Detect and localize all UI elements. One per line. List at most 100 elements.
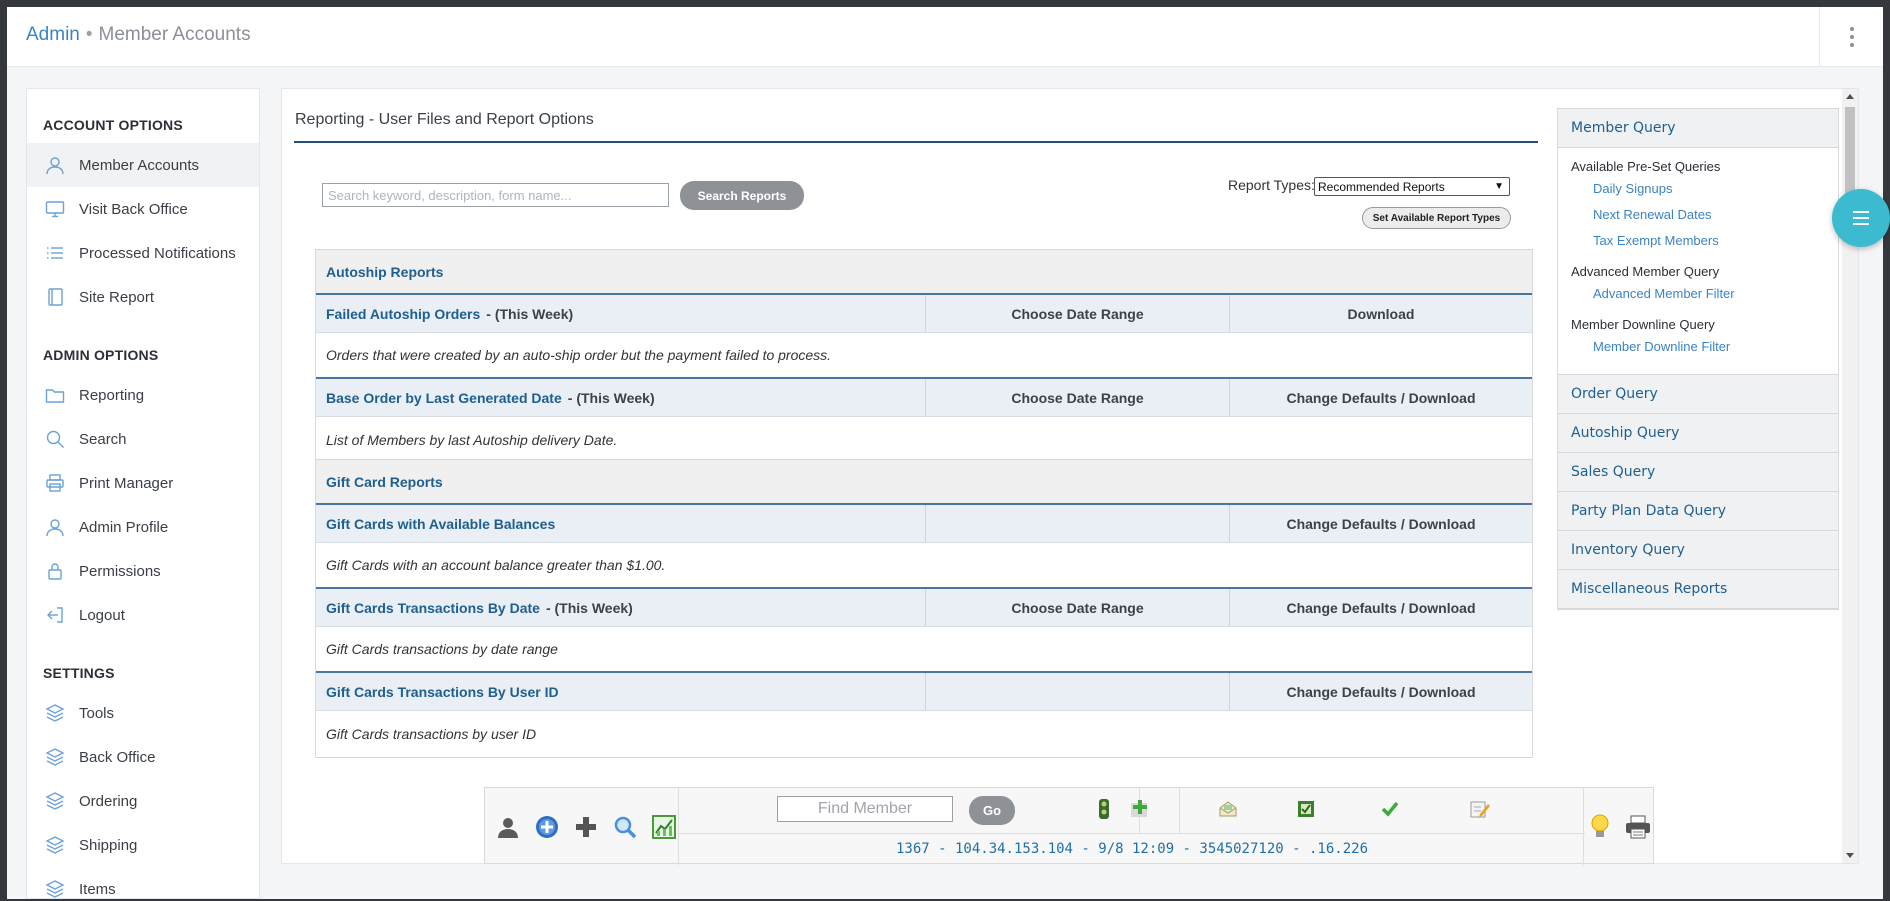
report-description: Gift Cards transactions by user ID [316,711,1532,757]
sidebar-section-title: ACCOUNT OPTIONS [43,117,183,133]
plus-icon[interactable] [572,813,600,841]
choose-date-range-cell[interactable] [926,505,1230,542]
find-member-input[interactable] [777,796,953,822]
sidebar-item-search[interactable]: Search [27,417,259,461]
sidebar-item-print-manager[interactable]: Print Manager [27,461,259,505]
report-description: List of Members by last Autoship deliver… [316,417,1532,463]
member-icon[interactable] [494,813,522,841]
more-options-icon[interactable] [1819,7,1883,67]
logout-icon [45,605,65,625]
traffic-light-icon[interactable] [1093,798,1115,820]
report-name-link[interactable]: Gift Cards with Available Balances [326,516,555,532]
checklist-icon[interactable] [1295,798,1317,820]
report-name-link[interactable]: Failed Autoship Orders [326,306,480,322]
printer-icon[interactable] [1624,813,1652,841]
sidebar-item-label: Member Accounts [79,156,200,174]
query-link-daily-signups[interactable]: Daily Signups [1593,176,1838,202]
query-item-sales-query[interactable]: Sales Query [1558,453,1838,492]
sidebar-item-visit-back-office[interactable]: Visit Back Office [27,187,259,231]
user-icon [45,517,65,537]
sidebar-item-shipping[interactable]: Shipping [27,823,259,867]
sidebar-item-back-office[interactable]: Back Office [27,735,259,779]
scroll-up-arrow[interactable] [1846,94,1854,99]
sidebar-item-reporting[interactable]: Reporting [27,373,259,417]
sidebar-item-tools[interactable]: Tools [27,691,259,735]
report-name-cell: Base Order by Last Generated Date - (Thi… [316,379,926,416]
download-cell[interactable]: Change Defaults / Download [1230,589,1532,626]
download-cell[interactable]: Change Defaults / Download [1230,673,1532,710]
breadcrumb-admin-link[interactable]: Admin [26,24,80,45]
sidebar-section-title: ADMIN OPTIONS [43,347,159,363]
edit-note-icon[interactable] [1469,798,1491,820]
choose-date-range-cell[interactable]: Choose Date Range [926,589,1230,626]
sidebar-item-admin-profile[interactable]: Admin Profile [27,505,259,549]
sidebar-item-member-accounts[interactable]: Member Accounts [27,143,259,187]
query-item-miscellaneous-reports[interactable]: Miscellaneous Reports [1558,570,1838,609]
report-section-autoship-reports: Autoship Reports Failed Autoship Orders … [315,249,1533,464]
search-reports-input[interactable] [322,183,669,207]
choose-date-range-cell[interactable] [926,673,1230,710]
sidebar-item-permissions[interactable]: Permissions [27,549,259,593]
member-query-header[interactable]: Member Query [1558,109,1838,148]
report-section-title[interactable]: Gift Card Reports [316,460,1532,505]
sidebar-item-label: Back Office [79,748,156,766]
query-link-member-downline-filter[interactable]: Member Downline Filter [1593,334,1838,360]
layers-icon [45,835,65,855]
scroll-down-arrow[interactable] [1846,853,1854,858]
query-link-advanced-member-filter[interactable]: Advanced Member Filter [1593,281,1838,307]
report-name-link[interactable]: Gift Cards Transactions By User ID [326,684,559,700]
toolbar-divider [1179,788,1180,834]
sidebar-item-site-report[interactable]: Site Report [27,275,259,319]
query-item-order-query[interactable]: Order Query [1558,375,1838,414]
breadcrumb: Admin • Member Accounts [26,24,251,46]
choose-date-range-cell[interactable]: Choose Date Range [926,295,1230,332]
folder-icon [45,385,65,405]
download-cell[interactable]: Change Defaults / Download [1230,505,1532,542]
report-description: Gift Cards transactions by date range [316,627,1532,673]
query-item-inventory-query[interactable]: Inventory Query [1558,531,1838,570]
sidebar-item-label: Logout [79,606,125,624]
query-item-autoship-query[interactable]: Autoship Query [1558,414,1838,453]
sidebar-section-title: SETTINGS [43,665,115,681]
sidebar: ACCOUNT OPTIONS Member Accounts Visit Ba… [26,88,260,899]
quick-toolbar-right [1583,788,1653,865]
report-types-select[interactable]: Recommended Reports ▼ [1314,177,1510,196]
layers-icon [45,879,65,898]
search-reports-button[interactable]: Search Reports [680,181,804,210]
query-link-tax-exempt-members[interactable]: Tax Exempt Members [1593,228,1838,254]
magnifier-icon[interactable] [611,813,639,841]
set-report-types-button[interactable]: Set Available Report Types [1362,207,1511,229]
report-section-title[interactable]: Autoship Reports [316,250,1532,295]
open-mail-icon[interactable] [1217,798,1239,820]
query-group-title: Member Downline Query [1571,317,1715,332]
lightbulb-icon[interactable] [1586,813,1614,841]
add-note-icon[interactable] [1129,798,1151,820]
report-period: - (This Week) [545,599,633,616]
page-title: Reporting - User Files and Report Option… [294,111,1538,143]
checkmark-icon[interactable] [1379,798,1401,820]
report-types-selected: Recommended Reports [1318,179,1445,194]
breadcrumb-separator: • [85,24,93,45]
query-item-party-plan-data-query[interactable]: Party Plan Data Query [1558,492,1838,531]
menu-fab-icon[interactable] [1832,189,1890,247]
sidebar-item-items[interactable]: Items [27,867,259,898]
quick-toolbar: Go [484,787,1654,865]
report-row: Failed Autoship Orders - (This Week) Cho… [316,295,1532,333]
download-cell[interactable]: Download [1230,295,1532,332]
report-period: - (This Week) [567,389,655,406]
sidebar-item-label: Tools [79,704,115,722]
sidebar-item-logout[interactable]: Logout [27,593,259,637]
report-row: Gift Cards Transactions By Date - (This … [316,589,1532,627]
report-name-link[interactable]: Gift Cards Transactions By Date [326,600,540,616]
query-link-next-renewal-dates[interactable]: Next Renewal Dates [1593,202,1838,228]
choose-date-range-cell[interactable]: Choose Date Range [926,379,1230,416]
chart-icon[interactable] [650,813,678,841]
download-cell[interactable]: Change Defaults / Download [1230,379,1532,416]
add-circle-icon[interactable] [533,813,561,841]
go-button[interactable]: Go [969,796,1015,825]
report-description: Orders that were created by an auto-ship… [316,333,1532,379]
sidebar-item-processed-notifications[interactable]: Processed Notifications [27,231,259,275]
report-name-link[interactable]: Base Order by Last Generated Date [326,390,562,406]
sidebar-item-ordering[interactable]: Ordering [27,779,259,823]
